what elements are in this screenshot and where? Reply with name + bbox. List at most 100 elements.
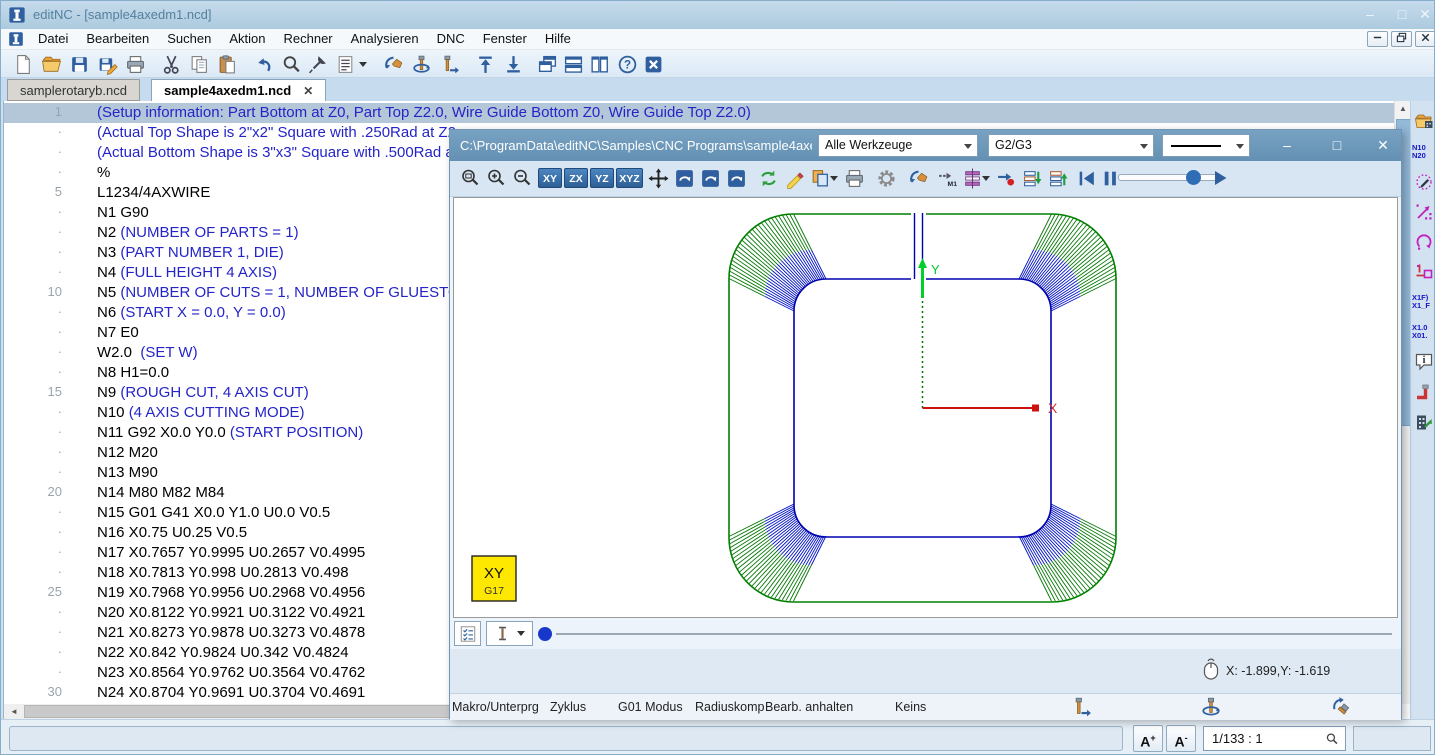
exit-button[interactable] <box>641 52 665 76</box>
view-yz-button[interactable]: YZ <box>590 168 614 188</box>
speed-slider-thumb[interactable] <box>1186 170 1201 185</box>
tab-close-icon[interactable]: ✕ <box>303 84 313 98</box>
backplot-run-button[interactable] <box>906 166 930 190</box>
post-machine-button[interactable] <box>1412 410 1435 434</box>
backplot-maximize-icon[interactable]: □ <box>1322 133 1352 158</box>
line-style-combobox[interactable] <box>1162 134 1250 157</box>
mouse-zoom-mode-icon[interactable] <box>1330 696 1352 723</box>
block-range-dropdown-icon[interactable] <box>982 176 990 181</box>
rotary-setup-button[interactable] <box>409 52 433 76</box>
cut-button[interactable] <box>159 52 183 76</box>
menu-datei[interactable]: Datei <box>29 29 77 49</box>
undo-button[interactable] <box>251 52 275 76</box>
mdi-restore-icon[interactable] <box>1391 31 1412 47</box>
goto-button[interactable] <box>305 52 329 76</box>
step-back-button[interactable] <box>1046 166 1070 190</box>
search-icon[interactable] <box>1325 732 1339 746</box>
view-xy-button[interactable]: XY <box>538 168 562 188</box>
mdi-close-icon[interactable] <box>1415 31 1435 47</box>
menu-bearbeiten[interactable]: Bearbeiten <box>77 29 158 49</box>
paste-button[interactable] <box>215 52 239 76</box>
mouse-rotate-mode-icon[interactable] <box>1200 696 1222 723</box>
open-button[interactable] <box>39 52 63 76</box>
menu-hilfe[interactable]: Hilfe <box>536 29 580 49</box>
menu-fenster[interactable]: Fenster <box>474 29 536 49</box>
rotary-convert-button[interactable] <box>437 52 461 76</box>
tab-samplerotaryb-ncd[interactable]: samplerotaryb.ncd <box>7 79 140 101</box>
zoom-ratio-box[interactable]: 1/133 : 1 <box>1203 726 1346 751</box>
block-list-button[interactable] <box>454 621 481 646</box>
mouse-pan-mode-icon[interactable] <box>1070 696 1092 723</box>
copy-image-button[interactable] <box>808 166 832 190</box>
rotate-x-button[interactable] <box>672 166 696 190</box>
mirror-pattern-button[interactable] <box>1412 260 1435 284</box>
rewind-button[interactable] <box>1074 166 1098 190</box>
menu-rechner[interactable]: Rechner <box>274 29 341 49</box>
block-range-button[interactable] <box>960 166 984 190</box>
go-top-button[interactable] <box>473 52 497 76</box>
copy-button[interactable] <box>187 52 211 76</box>
redraw-button[interactable] <box>756 166 780 190</box>
menu-analysieren[interactable]: Analysieren <box>342 29 428 49</box>
cascade-windows-button[interactable] <box>535 52 559 76</box>
view-list-dropdown-icon[interactable] <box>359 62 367 67</box>
help-button[interactable] <box>615 52 639 76</box>
tab-sample4axedm1-ncd[interactable]: sample4axedm1.ncd✕ <box>151 79 326 101</box>
progress-slider-thumb[interactable] <box>538 627 552 641</box>
format-decimal-button[interactable]: X1.0X01. <box>1412 320 1435 344</box>
code-line-1[interactable]: 1(Setup information: Part Bottom at Z0, … <box>4 103 1394 123</box>
bend-tube-button[interactable] <box>1412 380 1435 404</box>
print-button[interactable] <box>123 52 147 76</box>
erase-button[interactable] <box>782 166 806 190</box>
copy-image-dropdown-icon[interactable] <box>830 176 838 181</box>
run-to-m1-button[interactable] <box>934 166 958 190</box>
wire-mode-dropdown[interactable] <box>486 621 533 646</box>
motion-filter-combobox[interactable]: G2/G3 <box>988 134 1154 157</box>
backplot-minimize-icon[interactable]: – <box>1272 133 1302 158</box>
tile-horizontal-button[interactable] <box>561 52 585 76</box>
renumber-button[interactable]: N10N20 <box>1412 140 1435 164</box>
info-button[interactable] <box>1412 350 1435 374</box>
settings-button[interactable] <box>874 166 898 190</box>
font-increase-button[interactable]: A+ <box>1133 725 1163 752</box>
zoom-in-button[interactable] <box>484 166 508 190</box>
zoom-window-button[interactable] <box>458 166 482 190</box>
go-bottom-button[interactable] <box>501 52 525 76</box>
rotate-z-button[interactable] <box>724 166 748 190</box>
zoom-out-button[interactable] <box>510 166 534 190</box>
backplot-button[interactable] <box>381 52 405 76</box>
format-address-button[interactable]: X1F)X1_F <box>1412 290 1435 314</box>
mdi-minimize-icon[interactable] <box>1367 31 1388 47</box>
find-button[interactable] <box>279 52 303 76</box>
compare-files-button[interactable] <box>1412 110 1435 134</box>
close-window-icon[interactable]: ✕ <box>1412 1 1435 27</box>
progress-slider-track[interactable] <box>556 633 1392 635</box>
scroll-left-icon[interactable]: ◄ <box>6 704 22 719</box>
scroll-up-icon[interactable]: ▲ <box>1395 101 1411 118</box>
tool-filter-combobox[interactable]: Alle Werkzeuge <box>818 134 978 157</box>
view-xyz-button[interactable]: XYZ <box>616 168 643 188</box>
step-forward-button[interactable] <box>1020 166 1044 190</box>
view-list-button[interactable] <box>333 52 357 76</box>
rotate-pattern-button[interactable] <box>1412 230 1435 254</box>
tile-vertical-button[interactable] <box>587 52 611 76</box>
menu-aktion[interactable]: Aktion <box>220 29 274 49</box>
speed-slider-track[interactable] <box>1118 174 1220 181</box>
backplot-close-icon[interactable]: ✕ <box>1368 133 1398 158</box>
play-button[interactable] <box>1208 166 1232 190</box>
backplot-canvas[interactable]: Y X XY G17 <box>453 197 1398 618</box>
menu-suchen[interactable]: Suchen <box>158 29 220 49</box>
new-button[interactable] <box>11 52 35 76</box>
menu-dnc[interactable]: DNC <box>428 29 474 49</box>
run-to-point-button[interactable] <box>994 166 1018 190</box>
view-zx-button[interactable]: ZX <box>564 168 588 188</box>
minimize-window-icon[interactable]: – <box>1357 1 1383 27</box>
save-button[interactable] <box>67 52 91 76</box>
print-image-button[interactable] <box>842 166 866 190</box>
trace-select-button[interactable] <box>1412 170 1435 194</box>
translate-pattern-button[interactable] <box>1412 200 1435 224</box>
font-decrease-button[interactable]: A- <box>1166 725 1196 752</box>
pan-button[interactable] <box>646 166 670 190</box>
rotate-y-button[interactable] <box>698 166 722 190</box>
save-as-button[interactable] <box>95 52 119 76</box>
